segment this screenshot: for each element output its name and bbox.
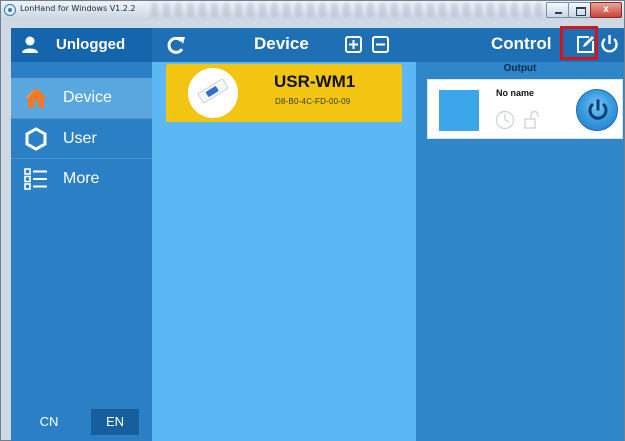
output-color-swatch (439, 90, 479, 131)
device-panel: Device USR-WM1 D8-B0-4C-FD-00-09 (152, 28, 416, 441)
hexagon-icon (25, 127, 47, 151)
lock-icon[interactable] (524, 110, 540, 129)
app-window: LonHand for Windows V1.2.2 x Unlogged De… (0, 0, 625, 441)
remove-device-icon[interactable] (372, 36, 389, 53)
close-button[interactable]: x (590, 2, 622, 18)
sidebar-item-more[interactable]: More (11, 159, 152, 199)
sidebar-item-device[interactable]: Device (11, 78, 152, 118)
sidebar-item-label: Device (63, 89, 112, 106)
power-icon[interactable] (600, 34, 619, 54)
user-header[interactable]: Unlogged (11, 28, 152, 62)
minimize-button[interactable] (546, 2, 569, 18)
device-name: USR-WM1 (274, 72, 356, 91)
control-panel: Control Output No name (416, 26, 624, 441)
clock-icon[interactable] (495, 110, 515, 130)
output-card[interactable]: No name (427, 79, 623, 139)
app-icon (4, 4, 16, 16)
language-cn-button[interactable]: CN (25, 409, 73, 435)
device-thumbnail (188, 68, 238, 118)
title-bar: LonHand for Windows V1.2.2 x (1, 1, 624, 20)
output-label: Output (503, 63, 537, 74)
device-image (197, 77, 229, 105)
list-icon (24, 168, 47, 190)
device-title: Device (254, 34, 309, 53)
sidebar-item-label: More (63, 170, 100, 187)
control-header: Control (416, 26, 624, 62)
maximize-button[interactable] (568, 2, 591, 18)
refresh-icon[interactable] (166, 35, 186, 55)
device-mac: D8-B0-4C-FD-00-09 (275, 97, 351, 106)
add-device-icon[interactable] (345, 36, 362, 53)
power-icon (588, 99, 608, 120)
device-header: Device (152, 28, 416, 62)
output-name: No name (496, 88, 535, 98)
sidebar: Unlogged Device User More CN EN (11, 28, 152, 441)
highlight-box (560, 26, 598, 60)
control-title: Control (491, 34, 552, 53)
home-icon (25, 88, 47, 108)
window-title: LonHand for Windows V1.2.2 (20, 4, 136, 13)
blurred-background (151, 3, 561, 17)
sidebar-item-label: User (63, 130, 97, 147)
user-icon (22, 36, 38, 53)
user-status-label: Unlogged (56, 36, 126, 53)
output-power-button[interactable] (576, 89, 618, 131)
close-icon: x (603, 4, 609, 15)
sidebar-item-user[interactable]: User (11, 119, 152, 159)
device-card[interactable]: USR-WM1 D8-B0-4C-FD-00-09 (166, 64, 402, 122)
language-en-button[interactable]: EN (91, 409, 139, 435)
